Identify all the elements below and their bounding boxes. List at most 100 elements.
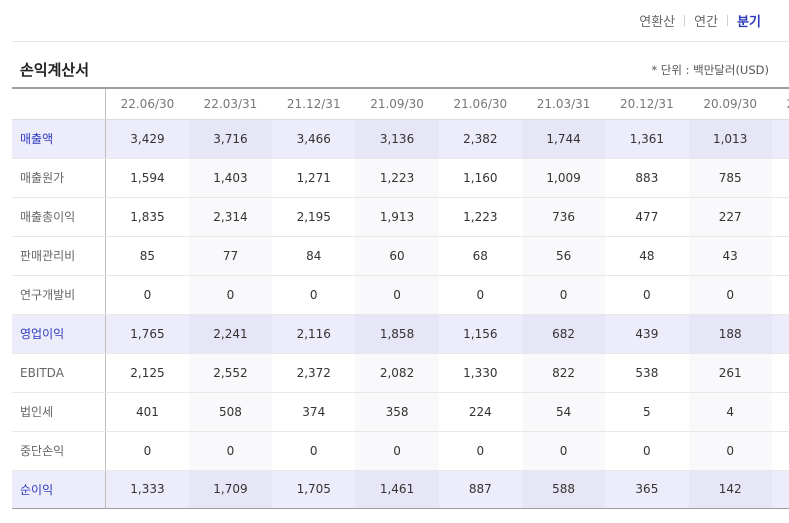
value-cell: 1,330 — [438, 353, 522, 393]
section-title: 손익계산서 — [20, 61, 90, 79]
value-cell: 0 — [188, 275, 273, 315]
value-cell: 0 — [272, 275, 356, 315]
column-header: 21.03/31 — [521, 87, 606, 120]
column-header: 21.09/30 — [355, 87, 439, 120]
value-cell: 439 — [605, 314, 689, 354]
value-cell: 3,429 — [105, 119, 189, 159]
value-cell: 1,156 — [438, 314, 522, 354]
row-label: 판매관리비 — [12, 236, 107, 276]
table-row: 연구개발비000000000 — [12, 275, 789, 315]
value-cell: 1,361 — [605, 119, 689, 159]
value-cell: 0 — [605, 431, 689, 471]
period-tabs: 연환산 연간 분기 — [639, 11, 761, 30]
value-cell: 1,271 — [272, 158, 356, 198]
value-cell: 103 — [771, 197, 789, 237]
value-cell: 2,314 — [188, 197, 273, 237]
row-label: 연구개발비 — [12, 275, 107, 315]
value-cell: 588 — [521, 470, 606, 509]
value-cell: 887 — [438, 470, 522, 509]
row-label: 순이익 — [12, 470, 107, 509]
column-header: 20.06/30 — [771, 87, 789, 120]
value-cell: 85 — [105, 236, 189, 276]
table-row: 매출총이익1,8352,3142,1951,9131,2237364772271… — [12, 197, 789, 237]
value-cell: 0 — [605, 275, 689, 315]
value-cell: 0 — [771, 275, 789, 315]
value-cell: 188 — [688, 314, 772, 354]
value-cell: 1,594 — [105, 158, 189, 198]
value-cell: 24 — [771, 470, 789, 509]
income-statement-table-wrap[interactable]: 22.06/30 22.03/31 21.12/31 21.09/30 21.06/30… — [12, 87, 789, 509]
value-cell: 1,913 — [355, 197, 439, 237]
tab-separator — [727, 15, 729, 26]
value-cell: 401 — [105, 392, 189, 432]
value-cell: 0 — [688, 275, 772, 315]
value-cell: 2,372 — [272, 353, 356, 393]
value-cell: 224 — [438, 392, 522, 432]
tab-separator — [684, 15, 686, 26]
tab-annual[interactable]: 연간 — [694, 11, 718, 30]
value-cell: 1,744 — [521, 119, 606, 159]
value-cell: 1,461 — [355, 470, 439, 509]
row-label: 법인세 — [12, 392, 107, 432]
header-row: 22.06/30 22.03/31 21.12/31 21.09/30 21.06/30… — [12, 87, 789, 120]
value-cell: 1,705 — [272, 470, 356, 509]
value-cell: 477 — [605, 197, 689, 237]
tab-annualized[interactable]: 연환산 — [639, 11, 675, 30]
table-row: 영업이익1,7652,2412,1161,8581,15668243918868 — [12, 314, 789, 354]
table-row: 순이익1,3331,7091,7051,46188758836514224 — [12, 470, 789, 509]
value-cell: 0 — [688, 431, 772, 471]
value-cell: 2,116 — [272, 314, 356, 354]
value-cell: 374 — [272, 392, 356, 432]
income-statement-table: 22.06/30 22.03/31 21.12/31 21.09/30 21.06/30… — [12, 87, 789, 509]
value-cell: 77 — [188, 236, 273, 276]
value-cell: 883 — [605, 158, 689, 198]
row-label: 매출액 — [12, 119, 107, 159]
value-cell: 795 — [771, 119, 789, 159]
value-cell: 68 — [438, 236, 522, 276]
value-cell: 48 — [605, 236, 689, 276]
header-label-cell — [12, 87, 107, 120]
value-cell: 1,223 — [438, 197, 522, 237]
value-cell: 1,223 — [355, 158, 439, 198]
value-cell: 2,241 — [188, 314, 273, 354]
value-cell: 0 — [438, 431, 522, 471]
column-header: 20.12/31 — [605, 87, 689, 120]
column-header: 20.09/30 — [688, 87, 772, 120]
value-cell: 0 — [355, 275, 439, 315]
value-cell: 693 — [771, 158, 789, 198]
value-cell: 822 — [521, 353, 606, 393]
value-cell: 0 — [771, 431, 789, 471]
top-divider — [12, 41, 789, 42]
value-cell: 1,835 — [105, 197, 189, 237]
value-cell: 139 — [771, 353, 789, 393]
value-cell: 0 — [272, 431, 356, 471]
value-cell: 365 — [605, 470, 689, 509]
row-label: 매출원가 — [12, 158, 107, 198]
value-cell: 1,009 — [521, 158, 606, 198]
value-cell: 1,403 — [188, 158, 273, 198]
value-cell: 261 — [688, 353, 772, 393]
value-cell: 1,765 — [105, 314, 189, 354]
value-cell: 0 — [105, 431, 189, 471]
value-cell: 56 — [521, 236, 606, 276]
value-cell: 3,716 — [188, 119, 273, 159]
value-cell: 4 — [771, 392, 789, 432]
value-cell: 3,136 — [355, 119, 439, 159]
value-cell: 0 — [521, 431, 606, 471]
tab-quarterly[interactable]: 분기 — [737, 11, 761, 30]
table-body: 매출액 3,429 3,716 3,466 3,136 2,382 1,744 1,361 1,… — [12, 119, 789, 509]
unit-note: * 단위 : 백만달러(USD) — [651, 63, 769, 77]
column-header: 21.12/31 — [272, 87, 356, 120]
column-header: 22.03/31 — [188, 87, 273, 120]
value-cell: 1,858 — [355, 314, 439, 354]
value-cell: 1,709 — [188, 470, 273, 509]
column-header: 21.06/30 — [438, 87, 522, 120]
column-header: 22.06/30 — [105, 87, 189, 120]
value-cell: 0 — [105, 275, 189, 315]
value-cell: 538 — [605, 353, 689, 393]
table-row: 법인세40150837435822454544 — [12, 392, 789, 432]
value-cell: 0 — [438, 275, 522, 315]
value-cell: 2,552 — [188, 353, 273, 393]
row-label: 영업이익 — [12, 314, 107, 354]
value-cell: 0 — [521, 275, 606, 315]
